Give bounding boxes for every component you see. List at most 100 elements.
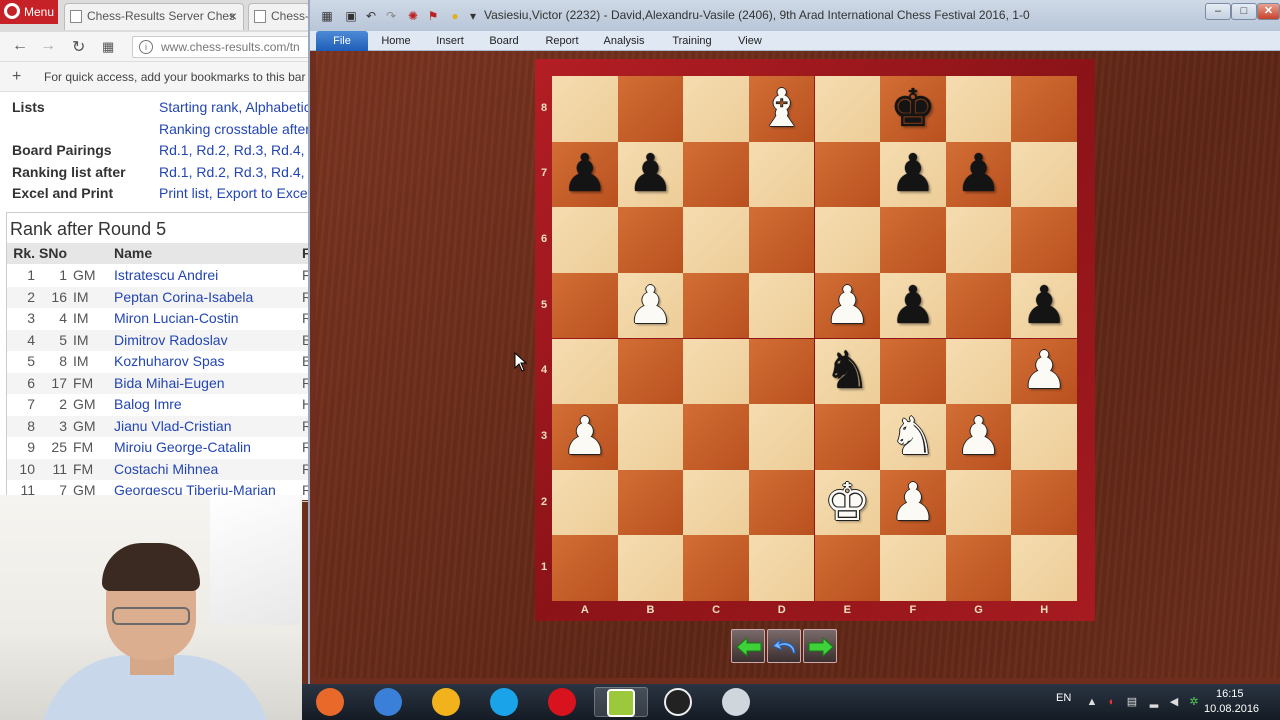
board-square[interactable]: [945, 272, 1012, 339]
back-arrow-icon[interactable]: ←: [12, 37, 28, 55]
tab-board[interactable]: Board: [482, 31, 526, 51]
minimize-button[interactable]: –: [1205, 3, 1231, 20]
board-square[interactable]: [552, 76, 618, 142]
tray-app-icon[interactable]: ◐: [1106, 696, 1118, 708]
redo-icon[interactable]: ↷: [384, 9, 398, 23]
black-pawn-icon[interactable]: ♟: [552, 142, 618, 208]
board-square[interactable]: [880, 207, 946, 273]
board-square[interactable]: [617, 404, 684, 470]
speed-dial-grid-icon[interactable]: ▦: [102, 39, 114, 55]
board-square[interactable]: [683, 404, 749, 470]
add-bookmark-icon[interactable]: +: [12, 62, 21, 92]
taskbar-app-yellow-button[interactable]: [420, 687, 474, 717]
board-square[interactable]: [880, 535, 946, 601]
browser-tab-chess-results-2[interactable]: Chess-R: [248, 3, 310, 30]
tab-home[interactable]: Home: [374, 31, 418, 51]
board-square[interactable]: [945, 338, 1012, 405]
clock-date[interactable]: 10.08.2016: [1204, 703, 1259, 715]
forward-arrow-icon[interactable]: →: [40, 37, 56, 55]
tray-expand-icon[interactable]: ▲: [1086, 696, 1098, 708]
white-knight-icon[interactable]: ♞: [880, 404, 946, 470]
taskbar-skype-button[interactable]: [478, 687, 532, 717]
board-square[interactable]: [552, 272, 618, 339]
player-name-link[interactable]: Costachi Mihnea: [114, 461, 218, 477]
maximize-button[interactable]: □: [1231, 3, 1257, 20]
site-info-icon[interactable]: i: [139, 40, 153, 54]
tab-analysis[interactable]: Analysis: [598, 31, 650, 51]
app-menu-icon[interactable]: ▦: [320, 9, 334, 23]
board-square[interactable]: [1011, 404, 1077, 470]
taskbar-chessbase-button[interactable]: [594, 687, 648, 717]
player-name-link[interactable]: Bida Mihai-Eugen: [114, 375, 225, 391]
board-square[interactable]: [683, 141, 749, 208]
menu-row-link[interactable]: Starting rank, Alphabetic: [159, 99, 311, 115]
board-square[interactable]: [683, 207, 749, 273]
board-square[interactable]: [748, 272, 815, 339]
engine-icon[interactable]: ✺: [406, 9, 420, 23]
tab-file[interactable]: File: [316, 31, 368, 51]
taskbar-firefox-button[interactable]: [304, 687, 358, 717]
board-flip-icon[interactable]: ⚑: [426, 9, 440, 23]
board-square[interactable]: [617, 535, 684, 601]
player-name-link[interactable]: Kozhuharov Spas: [114, 353, 225, 369]
black-pawn-icon[interactable]: ♟: [1011, 273, 1077, 339]
clock-time[interactable]: 16:15: [1216, 688, 1244, 700]
tray-device-icon[interactable]: ▤: [1126, 696, 1138, 708]
chessboard[interactable]: ♝ ♚ ♟ ♟ ♟ ♟ ♟ ♟ ♟ ♟ ♞ ♟ ♟ ♞ ♟ ♚ ♟: [552, 76, 1077, 601]
white-pawn-icon[interactable]: ♟: [815, 273, 881, 339]
board-square[interactable]: [1011, 141, 1077, 208]
menu-row-link[interactable]: Print list, Export to Excel: [159, 185, 311, 201]
taskbar-obs-button[interactable]: [652, 687, 706, 717]
menu-row-link[interactable]: Rd.1, Rd.2, Rd.3, Rd.4, Rd: [159, 164, 326, 180]
white-pawn-icon[interactable]: ♟: [552, 404, 618, 470]
close-button[interactable]: ✕: [1257, 3, 1280, 20]
white-pawn-icon[interactable]: ♟: [618, 273, 684, 339]
menu-row-link[interactable]: Ranking crosstable after: [159, 121, 310, 137]
white-pawn-icon[interactable]: ♟: [946, 404, 1012, 470]
board-square[interactable]: [748, 141, 815, 208]
menu-row-link[interactable]: Rd.1, Rd.2, Rd.3, Rd.4, Rd: [159, 142, 326, 158]
board-square[interactable]: [748, 338, 815, 405]
player-name-link[interactable]: Jianu Vlad-Cristian: [114, 418, 232, 434]
taskbar-opera-button[interactable]: [536, 687, 590, 717]
browser-tab-chess-results[interactable]: Chess-Results Server Ches ×: [64, 3, 244, 30]
board-square[interactable]: [617, 469, 684, 536]
taskbar-app-grey-button[interactable]: [710, 687, 764, 717]
board-square[interactable]: [1011, 207, 1077, 273]
board-square[interactable]: [1011, 76, 1077, 142]
tab-report[interactable]: Report: [538, 31, 586, 51]
board-square[interactable]: [748, 404, 815, 470]
board-square[interactable]: [814, 207, 881, 273]
black-pawn-icon[interactable]: ♟: [618, 142, 684, 208]
black-pawn-icon[interactable]: ♟: [946, 142, 1012, 208]
tray-gear-icon[interactable]: ✲: [1188, 696, 1200, 708]
volume-icon[interactable]: ◀: [1168, 696, 1180, 708]
white-pawn-icon[interactable]: ♟: [880, 470, 946, 536]
white-king-icon[interactable]: ♚: [815, 470, 881, 536]
player-name-link[interactable]: Peptan Corina-Isabela: [114, 289, 253, 305]
takeback-button[interactable]: [767, 629, 801, 663]
undo-icon[interactable]: ↶: [364, 9, 378, 23]
tab-training[interactable]: Training: [664, 31, 720, 51]
player-name-link[interactable]: Balog Imre: [114, 396, 182, 412]
board-square[interactable]: [617, 338, 684, 405]
board-square[interactable]: [617, 76, 684, 142]
player-name-link[interactable]: Miroiu George-Catalin: [114, 439, 251, 455]
tab-close-icon[interactable]: ×: [229, 4, 237, 29]
board-square[interactable]: [1011, 469, 1077, 536]
board-square[interactable]: [683, 76, 749, 142]
board-square[interactable]: [945, 76, 1012, 142]
board-square[interactable]: [814, 141, 881, 208]
board-square[interactable]: [617, 207, 684, 273]
player-name-link[interactable]: Miron Lucian-Costin: [114, 310, 239, 326]
board-square[interactable]: [748, 207, 815, 273]
board-square[interactable]: [880, 338, 946, 405]
previous-move-button[interactable]: [731, 629, 765, 663]
player-name-link[interactable]: Istratescu Andrei: [114, 267, 218, 283]
address-bar[interactable]: i www.chess-results.com/tn: [132, 36, 322, 58]
board-square[interactable]: [683, 469, 749, 536]
language-indicator[interactable]: EN: [1056, 692, 1071, 704]
board-square[interactable]: [945, 469, 1012, 536]
board-square[interactable]: [552, 469, 618, 536]
reload-icon[interactable]: ↻: [72, 37, 85, 57]
